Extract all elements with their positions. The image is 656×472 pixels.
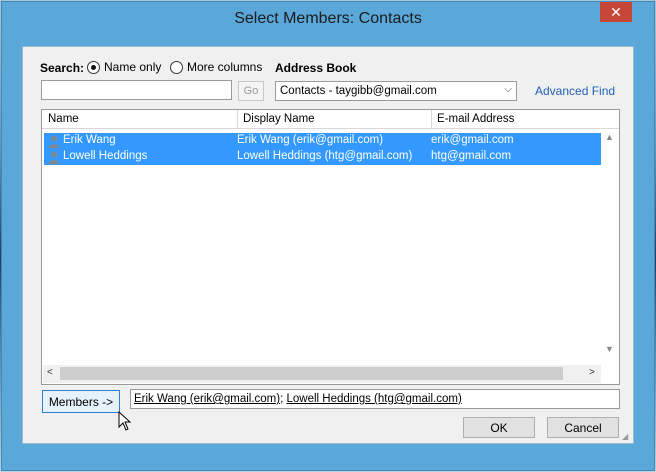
- table-row[interactable]: Lowell Heddings Lowell Heddings (htg@gma…: [44, 149, 601, 165]
- person-icon: [48, 135, 60, 148]
- radio-name-only-label: Name only: [104, 60, 162, 74]
- dialog-title: Select Members: Contacts: [234, 10, 422, 27]
- advanced-find-link[interactable]: Advanced Find: [535, 84, 615, 98]
- radio-more-columns-label: More columns: [187, 60, 263, 74]
- list-header: Name Display Name E-mail Address: [42, 110, 619, 129]
- column-divider[interactable]: [237, 110, 238, 129]
- contacts-list: Name Display Name E-mail Address Erik Wa…: [41, 109, 620, 385]
- radio-more-columns[interactable]: More columns: [170, 60, 262, 74]
- member-entry[interactable]: Erik Wang (erik@gmail.com): [134, 393, 280, 405]
- radio-selected-icon: [87, 60, 100, 74]
- scroll-right-icon[interactable]: >: [589, 367, 595, 378]
- chevron-down-icon: ⌵: [504, 84, 512, 95]
- cell-display-name: Lowell Heddings (htg@gmail.com): [237, 150, 413, 162]
- cell-email: erik@gmail.com: [431, 134, 514, 146]
- scroll-up-icon[interactable]: ▲: [605, 132, 614, 142]
- search-label: Search:: [40, 61, 85, 75]
- radio-unselected-icon: [170, 60, 183, 74]
- titlebar: Select Members: Contacts ✕: [2, 2, 654, 38]
- horizontal-scrollbar[interactable]: < >: [43, 365, 601, 383]
- cell-email: htg@gmail.com: [431, 150, 512, 162]
- cell-display-name: Erik Wang (erik@gmail.com): [237, 134, 384, 146]
- person-icon: [48, 151, 60, 164]
- scroll-down-icon[interactable]: ▼: [605, 344, 614, 354]
- members-field[interactable]: Erik Wang (erik@gmail.com); Lowell Heddi…: [130, 389, 620, 409]
- close-button[interactable]: ✕: [600, 2, 632, 22]
- cell-name: Lowell Heddings: [63, 150, 148, 162]
- search-input[interactable]: [41, 80, 232, 100]
- address-book-dropdown[interactable]: Contacts - taygibb@gmail.com ⌵: [275, 81, 517, 101]
- close-icon: ✕: [610, 3, 622, 20]
- scroll-left-icon[interactable]: <: [47, 367, 53, 378]
- column-divider[interactable]: [431, 110, 432, 129]
- go-button[interactable]: Go: [238, 81, 264, 101]
- select-members-dialog: Select Members: Contacts ✕ Search: Name …: [1, 1, 655, 471]
- ok-button[interactable]: OK: [463, 417, 535, 438]
- scroll-thumb[interactable]: [60, 367, 563, 380]
- resize-grip-icon[interactable]: ◢: [622, 432, 632, 442]
- table-row[interactable]: Erik Wang Erik Wang (erik@gmail.com) eri…: [44, 133, 601, 149]
- cancel-button[interactable]: Cancel: [547, 417, 619, 438]
- member-entry[interactable]: Lowell Heddings (htg@gmail.com): [286, 393, 461, 405]
- vertical-scrollbar[interactable]: ▲ ▼: [601, 130, 618, 384]
- dialog-client-area: Search: Name only More columns Address B…: [22, 46, 634, 444]
- column-header-display-name[interactable]: Display Name: [243, 113, 315, 125]
- address-book-selected: Contacts - taygibb@gmail.com: [280, 85, 437, 97]
- mouse-pointer-icon: [118, 411, 132, 431]
- column-header-name[interactable]: Name: [48, 113, 79, 125]
- cell-name: Erik Wang: [63, 134, 116, 146]
- address-book-label: Address Book: [275, 61, 357, 75]
- radio-name-only[interactable]: Name only: [87, 60, 161, 74]
- members-button[interactable]: Members ->: [42, 390, 120, 413]
- column-header-email[interactable]: E-mail Address: [437, 113, 514, 125]
